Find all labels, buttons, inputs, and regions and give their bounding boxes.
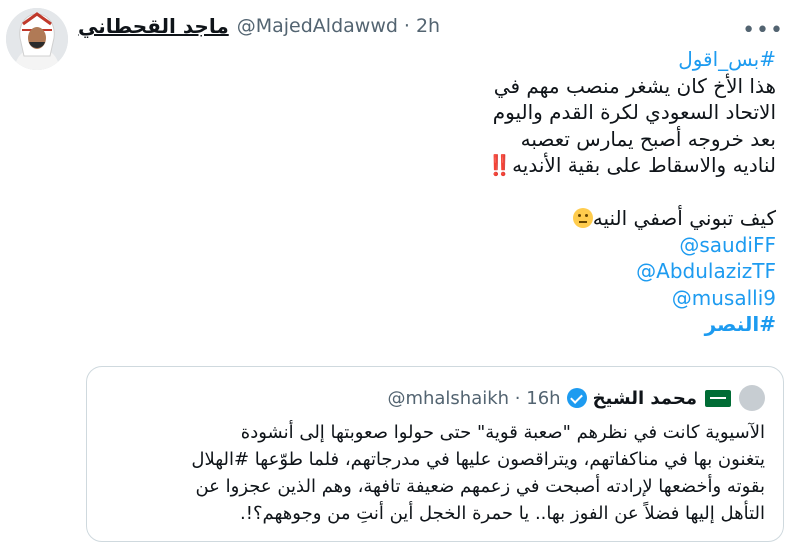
author-name[interactable]: ماجد القحطاني — [78, 14, 229, 38]
separator-dot: · — [514, 387, 521, 409]
mention-saudiff[interactable]: @saudiFF — [679, 233, 776, 257]
tweet: ماجد القحطاني @MajedAldawwd · 2h ••• #بس… — [0, 0, 800, 552]
more-options-icon[interactable]: ••• — [742, 18, 784, 43]
tweet-header: ماجد القحطاني @MajedAldawwd · 2h — [78, 12, 760, 40]
tweet-line: هذا الأخ كان يشغر منصب مهم في — [493, 73, 776, 98]
tweet-question: كيف تبوني أصفي النيه — [592, 206, 776, 230]
tweet-line: الاتحاد السعودي لكرة القدم واليوم — [492, 100, 776, 124]
tweet-time[interactable]: 2h — [416, 15, 440, 37]
quoted-line: التأهل إليها فضلاً عن الفوز بها.. يا حمر… — [240, 503, 765, 524]
mention-abdulaziztf[interactable]: @AbdulazizTF — [636, 259, 776, 283]
tweet-text: #بس_اقول هذا الأخ كان يشغر منصب مهم في ا… — [86, 46, 776, 338]
separator-dot: · — [403, 15, 410, 37]
quoted-line: الآسيوية كانت في نظرهم "صعبة قوية" حتى ح… — [240, 422, 765, 443]
quoted-line: بقوته وأخضعها لإرادته أصبحت في زعمهم ضعي… — [195, 476, 765, 497]
mention-musalli9[interactable]: @musalli9 — [672, 286, 776, 310]
saudi-flag-icon — [705, 389, 731, 407]
quoted-tweet[interactable]: محمد الشيخ @mhalshaikh · 16h الآسيوية كا… — [86, 366, 784, 542]
hashtag-bes-aqool[interactable]: #بس_اقول — [678, 47, 776, 71]
verified-badge-icon — [566, 388, 587, 408]
quoted-tweet-text: الآسيوية كانت في نظرهم "صعبة قوية" حتى ح… — [105, 419, 765, 527]
quoted-line: يتغنون بها في مناكفاتهم، ويتراقصون عليها… — [191, 449, 765, 470]
tweet-line: بعد خروجه أصبح يمارس تعصبه — [520, 126, 776, 151]
quoted-author-name[interactable]: محمد الشيخ — [593, 388, 697, 409]
hashtag-alnassr[interactable]: #النصر — [705, 312, 776, 336]
quoted-author-handle[interactable]: @mhalshaikh — [387, 388, 509, 409]
double-exclamation-icon: ‼️ — [487, 153, 513, 177]
author-avatar[interactable] — [6, 8, 68, 70]
tweet-line: لناديه والاسقاط على بقية الأنديه — [512, 153, 776, 177]
quoted-tweet-header: محمد الشيخ @mhalshaikh · 16h — [387, 385, 765, 411]
quoted-tweet-time[interactable]: 16h — [526, 388, 560, 409]
thinking-face-icon — [572, 208, 593, 228]
author-handle[interactable]: @MajedAldawwd — [237, 15, 398, 37]
quoted-author-avatar[interactable] — [739, 385, 765, 411]
quoted-handle-time: @mhalshaikh · 16h — [387, 388, 560, 409]
